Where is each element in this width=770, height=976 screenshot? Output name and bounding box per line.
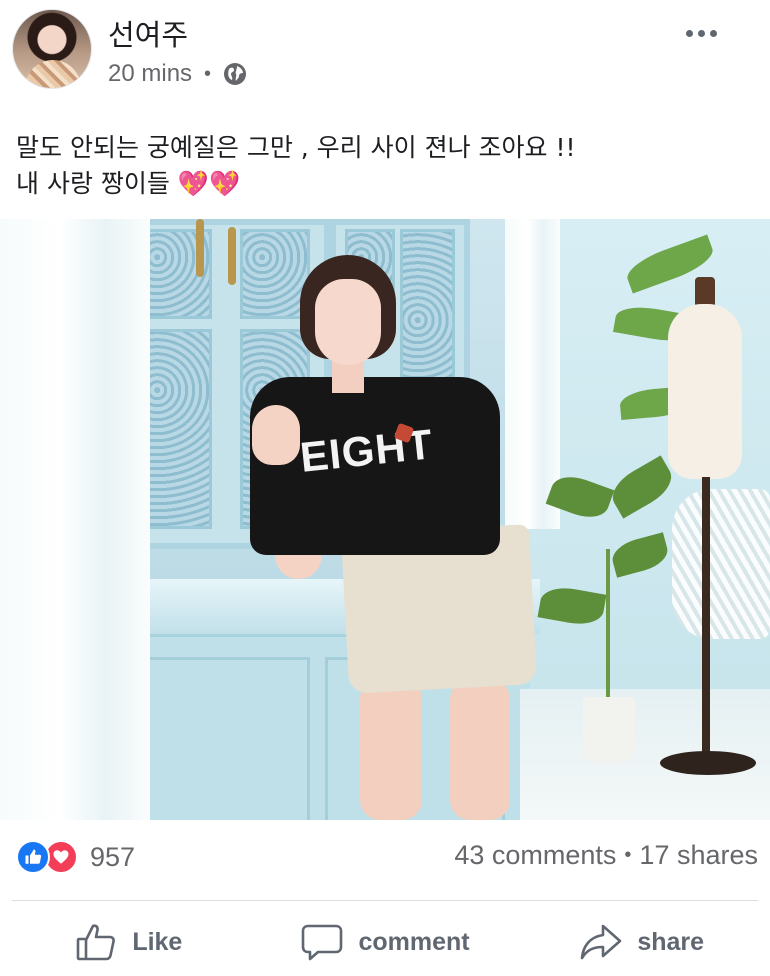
- meta-separator: •: [204, 63, 212, 85]
- caption-line-2: 내 사랑 짱이들 💖💖: [16, 169, 241, 198]
- post-photo[interactable]: EIGHT: [0, 219, 770, 820]
- author-name[interactable]: 선여주: [108, 12, 188, 54]
- share-label: share: [637, 927, 705, 956]
- stats-separator: •: [624, 844, 632, 866]
- post-time[interactable]: 20 mins: [108, 60, 192, 88]
- action-bar: Like comment share: [0, 912, 770, 972]
- globe-icon: [224, 63, 247, 85]
- avatar-photo-detail: [25, 60, 81, 88]
- comment-label: comment: [358, 927, 470, 956]
- author-avatar[interactable]: [12, 9, 92, 89]
- post-caption: 말도 안되는 궁예질은 그만 , 우리 사이 젼나 조아요 !! 내 사랑 짱이…: [16, 130, 756, 202]
- comment-bubble-icon: [302, 924, 343, 961]
- share-arrow-icon: [581, 924, 622, 960]
- reaction-count: 957: [90, 841, 136, 872]
- comments-count[interactable]: 43 comments: [454, 840, 616, 871]
- post-meta: 20 mins •: [108, 60, 247, 88]
- like-button[interactable]: Like: [0, 912, 257, 972]
- share-button[interactable]: share: [513, 912, 770, 972]
- like-reaction-icon: [16, 840, 50, 874]
- engagement-stats: 43 comments • 17 shares: [454, 840, 758, 871]
- thumbs-up-icon: [77, 924, 116, 961]
- more-options-icon[interactable]: [680, 24, 722, 42]
- reaction-summary[interactable]: 957: [16, 840, 135, 874]
- like-label: Like: [132, 927, 183, 956]
- comment-button[interactable]: comment: [257, 912, 514, 972]
- divider: [12, 900, 758, 901]
- caption-line-1: 말도 안되는 궁예질은 그만 , 우리 사이 젼나 조아요 !!: [16, 133, 576, 162]
- shares-count[interactable]: 17 shares: [639, 840, 758, 871]
